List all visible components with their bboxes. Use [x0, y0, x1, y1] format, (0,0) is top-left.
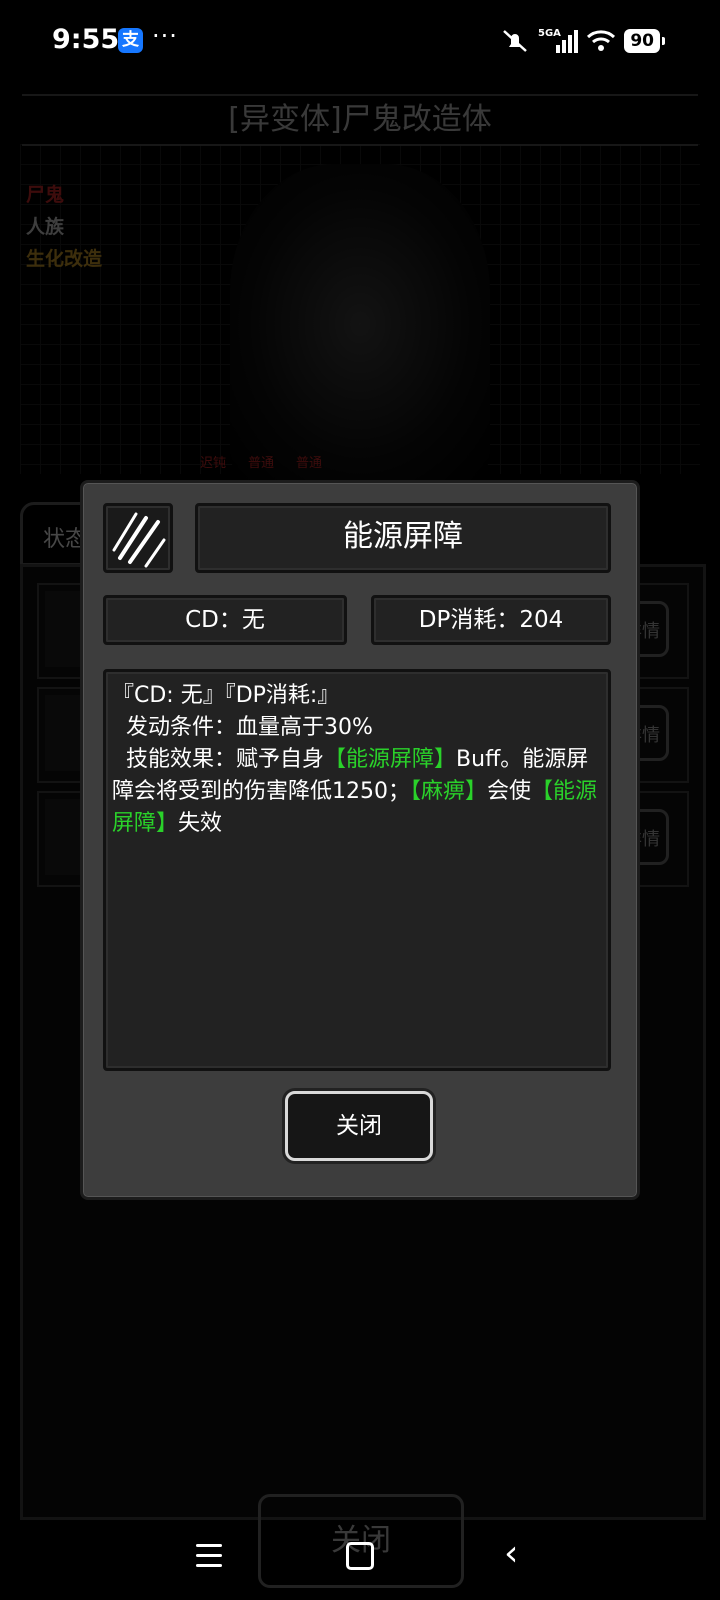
navigation-bar: ‹	[0, 1520, 720, 1600]
mute-icon	[503, 30, 528, 52]
alipay-notification-icon: 支	[118, 28, 143, 53]
buff-keyword: 【能源屏障】	[324, 747, 457, 772]
tag-1: 尸鬼	[26, 184, 65, 206]
clock: 9:55	[52, 24, 120, 55]
stat-3: 普通	[296, 456, 323, 471]
battery-indicator: 90	[624, 29, 665, 53]
stat-1: 迟钝	[200, 456, 227, 471]
recent-apps-icon[interactable]	[196, 1544, 222, 1574]
desc-text: 会使	[487, 779, 532, 804]
back-icon[interactable]: ‹	[504, 1536, 518, 1572]
stat-2: 普通	[248, 456, 275, 471]
claw-icon	[103, 503, 173, 573]
desc-line: 发动条件：血量高于30%	[112, 715, 373, 740]
skill-description: 『CD: 无』『DP消耗:』 发动条件：血量高于30% 技能效果：赋予自身【能源…	[103, 669, 611, 1071]
cooldown-label: CD：无	[103, 595, 347, 645]
home-icon[interactable]	[346, 1542, 374, 1570]
tag-3: 生化改造	[26, 248, 103, 270]
skill-name: 能源屏障	[195, 503, 611, 573]
skill-detail-dialog: 能源屏障 CD：无 DP消耗：204 『CD: 无』『DP消耗:』 发动条件：血…	[80, 480, 640, 1200]
tag-2: 人族	[26, 216, 65, 238]
close-button[interactable]: 关闭	[285, 1091, 433, 1161]
signal-icon: 5GA	[538, 28, 579, 53]
stat-row: 迟钝 普通 普通	[200, 452, 322, 471]
status-bar: 9:55 支 ··· 5GA 90	[0, 0, 720, 84]
status-icons: 5GA 90	[500, 26, 665, 56]
desc-line: 『CD: 无』『DP消耗:』	[112, 683, 340, 708]
monster-title: [异变体]尸鬼改造体	[22, 94, 698, 146]
wifi-icon	[587, 30, 616, 51]
desc-text: 技能效果：赋予自身	[112, 747, 325, 772]
monster-portrait	[230, 164, 490, 484]
desc-text: 失效	[178, 811, 223, 836]
desc-line: 技能效果：赋予自身【能源屏障】Buff。能源屏障会将受到的伤害降低1250；【麻…	[112, 744, 602, 840]
network-label: 5GA	[538, 28, 561, 39]
debuff-keyword: 【麻痹】	[410, 779, 488, 804]
more-notifications-icon: ···	[152, 22, 178, 50]
dp-cost-label: DP消耗：204	[371, 595, 611, 645]
